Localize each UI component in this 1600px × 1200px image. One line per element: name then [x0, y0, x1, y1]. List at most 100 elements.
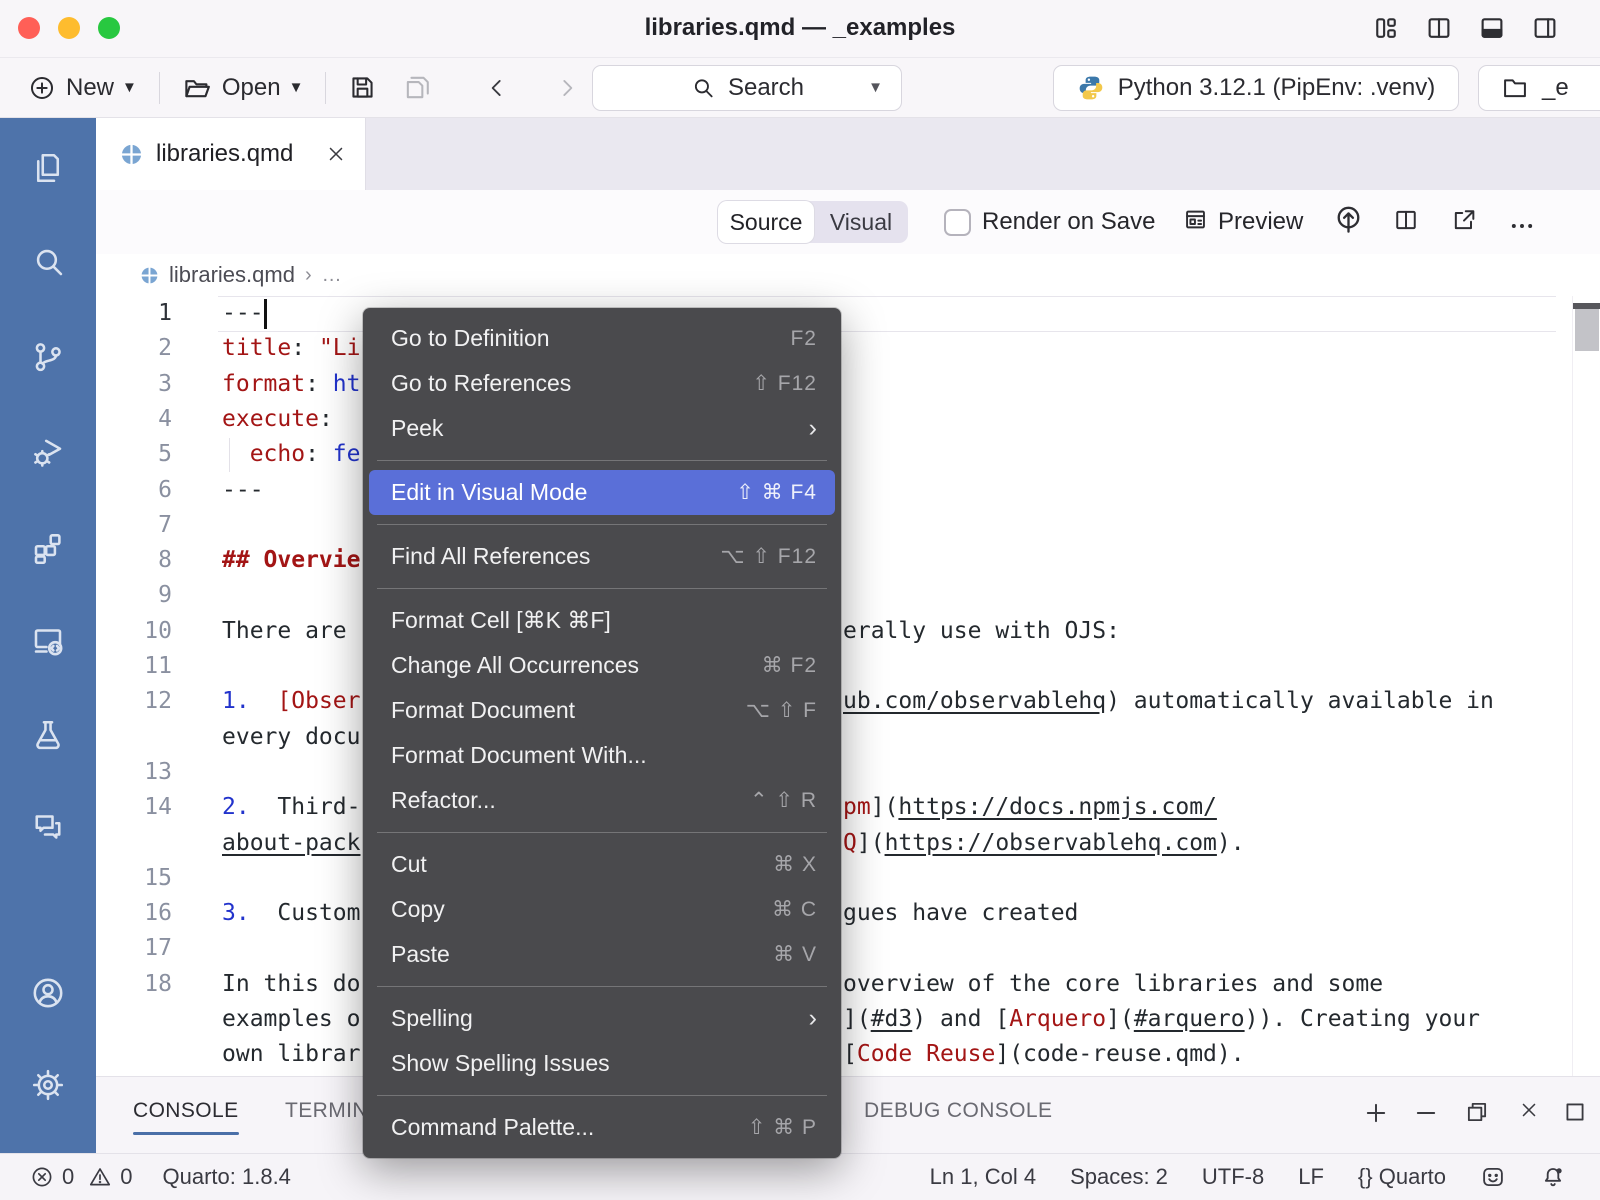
tab-libraries-qmd[interactable]: libraries.qmd	[96, 118, 366, 190]
menu-separator	[377, 588, 827, 589]
new-button[interactable]: New▼	[28, 74, 137, 102]
code-token: :	[319, 406, 333, 432]
line-number: 17	[96, 931, 172, 966]
source-mode-button[interactable]: Source	[718, 201, 814, 243]
interpreter-selector[interactable]: Python 3.12.1 (PipEnv: .venv)	[1053, 65, 1459, 111]
close-panel-icon[interactable]	[1518, 1099, 1540, 1126]
status-item-ln-1-col-4[interactable]: Ln 1, Col 4	[930, 1164, 1036, 1190]
quarto-version-status[interactable]: Quarto: 1.8.4	[163, 1164, 291, 1190]
save-icon[interactable]	[348, 73, 377, 102]
explorer-icon[interactable]	[30, 150, 66, 186]
menu-item-refactor[interactable]: Refactor...⌃ ⇧ R	[369, 778, 835, 823]
menu-item-command-palette[interactable]: Command Palette... ⇧ ⌘ P	[369, 1105, 835, 1150]
menu-item-copy[interactable]: Copy⌘ C	[369, 887, 835, 932]
submenu-arrow-icon: ›	[809, 414, 817, 443]
status-item-utf-8[interactable]: UTF-8	[1202, 1164, 1264, 1190]
render-icon[interactable]	[1332, 203, 1365, 241]
menu-item-show-spelling-issues[interactable]: Show Spelling Issues	[369, 1041, 835, 1086]
code-token: every docu	[222, 724, 360, 750]
code-line: 5 echo: fe	[96, 437, 1600, 473]
open-external-icon[interactable]	[1450, 206, 1478, 239]
menu-item-format-cell-k-f[interactable]: Format Cell [⌘K ⌘F]	[369, 598, 835, 643]
minimize-panel-icon[interactable]	[1412, 1099, 1440, 1132]
new-console-icon[interactable]	[1362, 1099, 1390, 1132]
search-icon[interactable]	[30, 244, 66, 280]
split-editor-icon[interactable]	[1392, 206, 1420, 239]
window-title: libraries.qmd — _examples	[0, 14, 1600, 42]
menu-item-shortcut: ⌥ ⇧ F12	[720, 544, 817, 569]
menu-item-format-document[interactable]: Format Document⌥ ⇧ F	[369, 688, 835, 733]
menu-item-cut[interactable]: Cut⌘ X	[369, 842, 835, 887]
menu-item-edit-in-visual-mode[interactable]: Edit in Visual Mode⇧ ⌘ F4	[369, 470, 835, 515]
menu-item-go-to-definition[interactable]: Go to DefinitionF2	[369, 316, 835, 361]
comments-icon[interactable]	[30, 809, 66, 845]
code-token: ](	[843, 1006, 871, 1032]
toggle-panel-icon[interactable]	[1477, 13, 1507, 43]
code-token: 3.	[222, 900, 250, 926]
extensions-icon[interactable]	[30, 529, 66, 565]
project-selector[interactable]: _e	[1478, 65, 1600, 111]
run-debug-icon[interactable]	[30, 434, 66, 470]
code-token: pm	[843, 794, 871, 820]
status-item-spaces-2[interactable]: Spaces: 2	[1070, 1164, 1168, 1190]
search-box[interactable]: Search ▼	[592, 65, 902, 111]
preview-label[interactable]: Preview	[1218, 208, 1303, 236]
more-actions-icon[interactable]	[1508, 212, 1536, 245]
split-layout-icon[interactable]	[1424, 13, 1454, 43]
menu-item-shortcut: ⇧ ⌘ P	[748, 1115, 817, 1140]
panel-tab-debug-console[interactable]: DEBUG CONSOLE	[864, 1099, 1052, 1123]
menu-item-shortcut: ⌥ ⇧ F	[746, 698, 817, 723]
menu-item-go-to-references[interactable]: Go to References⇧ F12	[369, 361, 835, 406]
maximize-panel-icon[interactable]	[1562, 1099, 1588, 1130]
editor-toolbar: Source Visual Render on Save Preview	[96, 190, 1600, 254]
restore-panel-icon[interactable]	[1464, 1099, 1490, 1130]
menu-item-label: Refactor...	[391, 787, 496, 814]
breadcrumb-more[interactable]: …	[322, 264, 342, 287]
source-control-icon[interactable]	[30, 339, 66, 375]
code-token: #arquero	[1134, 1006, 1245, 1032]
menu-separator	[377, 460, 827, 461]
menu-item-label: Command Palette...	[391, 1114, 594, 1141]
menu-item-change-all-occurrences[interactable]: Change All Occurrences⌘ F2	[369, 643, 835, 688]
mode-toggle: Source Visual	[718, 201, 908, 243]
back-icon[interactable]	[484, 75, 510, 101]
line-number: 8	[96, 543, 172, 578]
code-token: Code Reuse	[857, 1041, 995, 1067]
menu-item-label: Show Spelling Issues	[391, 1050, 610, 1077]
code-line: 10There are erally use with OJS:	[96, 614, 1600, 650]
code-token: ub.com/observablehq	[843, 688, 1106, 714]
open-button[interactable]: Open▼	[182, 73, 304, 103]
breadcrumb[interactable]: libraries.qmd › …	[96, 254, 1600, 296]
breadcrumb-file[interactable]: libraries.qmd	[169, 262, 295, 288]
problems-status[interactable]: 0 0	[30, 1164, 133, 1190]
testing-icon[interactable]	[30, 717, 66, 753]
menu-item-find-all-references[interactable]: Find All References⌥ ⇧ F12	[369, 534, 835, 579]
render-on-save-checkbox[interactable]	[944, 209, 971, 236]
line-number: 9	[96, 578, 172, 613]
code-token: 1.	[222, 688, 250, 714]
status-item-quarto[interactable]: {} Quarto	[1358, 1164, 1446, 1190]
panel-tab-console[interactable]: CONSOLE	[133, 1099, 239, 1123]
menu-item-format-document-with[interactable]: Format Document With...	[369, 733, 835, 778]
menu-item-paste[interactable]: Paste⌘ V	[369, 932, 835, 977]
code-token: :	[305, 371, 333, 397]
menu-item-peek[interactable]: Peek›	[369, 406, 835, 451]
forward-icon[interactable]	[554, 75, 580, 101]
code-token: [	[843, 1041, 857, 1067]
toggle-secondary-sidebar-icon[interactable]	[1530, 13, 1560, 43]
preview-icon[interactable]	[1182, 206, 1209, 238]
folder-icon	[1501, 74, 1529, 102]
remote-sessions-icon[interactable]	[30, 623, 66, 659]
notifications-icon[interactable]	[1540, 1164, 1566, 1190]
submenu-arrow-icon: ›	[809, 1004, 817, 1033]
account-icon[interactable]	[30, 975, 66, 1011]
menu-item-spelling[interactable]: Spelling›	[369, 996, 835, 1041]
settings-icon[interactable]	[30, 1067, 66, 1103]
customize-layout-icon[interactable]	[1371, 13, 1401, 43]
status-item-lf[interactable]: LF	[1298, 1164, 1324, 1190]
feedback-icon[interactable]	[1480, 1164, 1506, 1190]
save-all-icon[interactable]	[403, 73, 432, 102]
code-editor[interactable]: 1---2title: "Li3format: ht4execute:5 ech…	[96, 296, 1600, 1076]
visual-mode-button[interactable]: Visual	[814, 209, 908, 236]
close-tab-icon[interactable]	[325, 143, 347, 165]
